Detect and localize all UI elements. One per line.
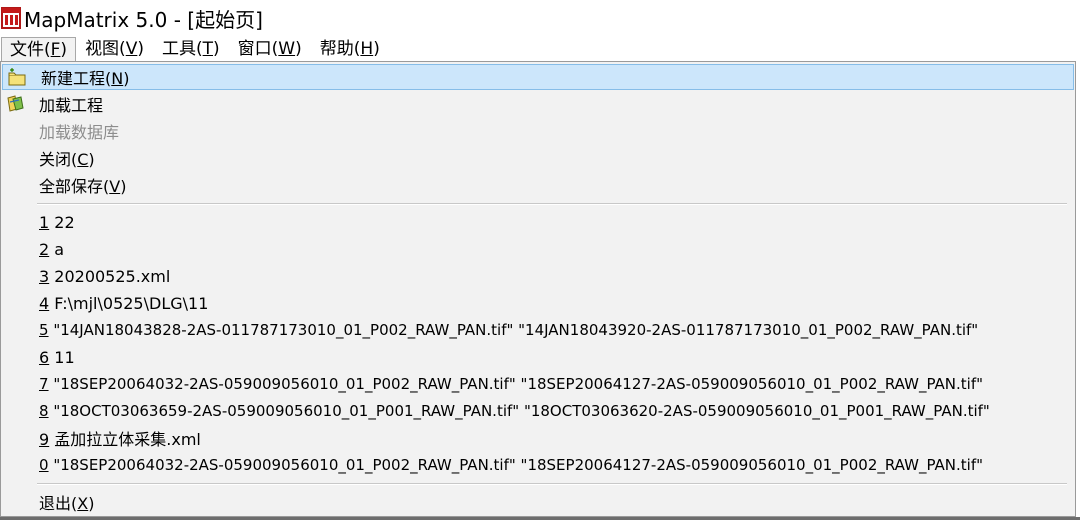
menu-item-label-end: ) [88, 494, 95, 513]
recent-file-name: 孟加拉立体采集.xml [49, 430, 201, 449]
recent-file-item[interactable]: 5 "14JAN18043828-2AS-011787173010_01_P00… [1, 317, 1075, 343]
menu-separator [37, 203, 1067, 205]
recent-file-name: "14JAN18043828-2AS-011787173010_01_P002_… [48, 321, 979, 339]
menu-item-label: 加载数据库 [39, 123, 120, 142]
recent-file-number: 8 [39, 402, 49, 420]
menu-item-label: 新建工程( [41, 69, 112, 88]
menu-item-label: 加载工程 [39, 96, 104, 115]
menu-item-label: 全部保存( [39, 177, 110, 196]
app-icon[interactable] [0, 5, 22, 31]
menu-separator [37, 483, 1067, 485]
recent-file-number: 3 [39, 266, 50, 286]
menu-item-label: 关闭( [39, 150, 78, 169]
menu-mnemonic: T [202, 38, 214, 59]
recent-file-item[interactable]: 6 11 [1, 344, 1075, 370]
menu-label: 工具( [161, 38, 203, 59]
recent-file-number: 0 [39, 456, 49, 474]
menu-item-label: 退出( [39, 494, 78, 513]
window-title: MapMatrix 5.0 - [起始页] [24, 7, 263, 32]
recent-file-item[interactable]: 3 20200525.xml [1, 263, 1075, 289]
menu-view[interactable]: 视图(V) [76, 37, 153, 61]
recent-file-name: "18SEP20064032-2AS-059009056010_01_P002_… [48, 375, 984, 393]
recent-file-item[interactable]: 4 F:\mjl\0525\DLG\11 [1, 290, 1075, 316]
recent-file-name: 20200525.xml [49, 266, 171, 286]
menu-item-label-end: ) [88, 150, 95, 169]
menu-item-load-database[interactable]: 加载数据库 [1, 118, 1075, 144]
recent-file-number: 5 [39, 321, 49, 339]
menu-label-end: ) [373, 38, 380, 59]
menu-item-label-end: ) [120, 177, 127, 196]
menu-item-exit[interactable]: 退出(X) [1, 489, 1075, 515]
menu-label-end: ) [137, 38, 144, 59]
recent-file-name: 11 [49, 347, 75, 367]
menu-label-end: ) [213, 38, 220, 59]
recent-file-number: 4 [39, 293, 50, 313]
recent-file-item[interactable]: 0 "18SEP20064032-2AS-059009056010_01_P00… [1, 452, 1075, 478]
menu-window[interactable]: 窗口(W) [229, 37, 311, 61]
menu-item-mnemonic: C [77, 150, 89, 169]
recent-file-name: "18OCT03063659-2AS-059009056010_01_P001_… [48, 402, 990, 420]
menu-help[interactable]: 帮助(H) [311, 37, 389, 61]
recent-file-item[interactable]: 1 22 [1, 209, 1075, 235]
menu-label: 文件( [10, 39, 51, 60]
recent-file-name: "18SEP20064032-2AS-059009056010_01_P002_… [48, 456, 984, 474]
menu-mnemonic: W [278, 38, 296, 59]
recent-file-number: 9 [39, 430, 50, 449]
recent-file-number: 7 [39, 375, 49, 393]
recent-file-name: F:\mjl\0525\DLG\11 [49, 293, 209, 313]
recent-file-item[interactable]: 9 孟加拉立体采集.xml [1, 425, 1075, 451]
menu-item-mnemonic: N [111, 69, 124, 88]
menu-bar: 文件(F) 视图(V) 工具(T) 窗口(W) 帮助(H) [0, 36, 1080, 61]
menu-item-new-project[interactable]: 新建工程(N) [2, 64, 1074, 90]
menu-label-end: ) [60, 39, 68, 60]
folder-new-icon [7, 68, 29, 88]
open-project-icon [5, 94, 27, 114]
menu-label: 视图( [85, 38, 126, 59]
menu-item-mnemonic: V [109, 177, 121, 196]
recent-file-number: 2 [39, 239, 50, 259]
menu-label-end: ) [295, 38, 302, 59]
recent-file-item[interactable]: 8 "18OCT03063659-2AS-059009056010_01_P00… [1, 398, 1075, 424]
recent-file-name: 22 [49, 212, 75, 232]
menu-tools[interactable]: 工具(T) [153, 37, 229, 61]
menu-item-load-project[interactable]: 加载工程 [1, 91, 1075, 117]
recent-file-item[interactable]: 7 "18SEP20064032-2AS-059009056010_01_P00… [1, 371, 1075, 397]
menu-label: 帮助( [319, 38, 361, 59]
menu-mnemonic: V [125, 38, 138, 59]
menu-mnemonic: F [50, 39, 61, 60]
recent-file-number: 1 [39, 212, 50, 232]
recent-file-item[interactable]: 2 a [1, 236, 1075, 262]
title-bar: MapMatrix 5.0 - [起始页] [0, 0, 1080, 36]
file-menu-dropdown: 新建工程(N) 加载工程 加载数据库 关闭(C) 全部保存(V) 1 22 2 … [0, 61, 1076, 517]
menu-file[interactable]: 文件(F) [1, 36, 77, 61]
menu-item-close[interactable]: 关闭(C) [1, 145, 1075, 171]
menu-label: 窗口( [237, 38, 279, 59]
menu-item-save-all[interactable]: 全部保存(V) [1, 172, 1075, 198]
menu-mnemonic: H [360, 38, 374, 59]
menu-item-mnemonic: X [77, 494, 89, 513]
recent-file-number: 6 [39, 347, 50, 367]
recent-file-name: a [49, 239, 65, 259]
menu-item-label-end: ) [123, 69, 130, 88]
